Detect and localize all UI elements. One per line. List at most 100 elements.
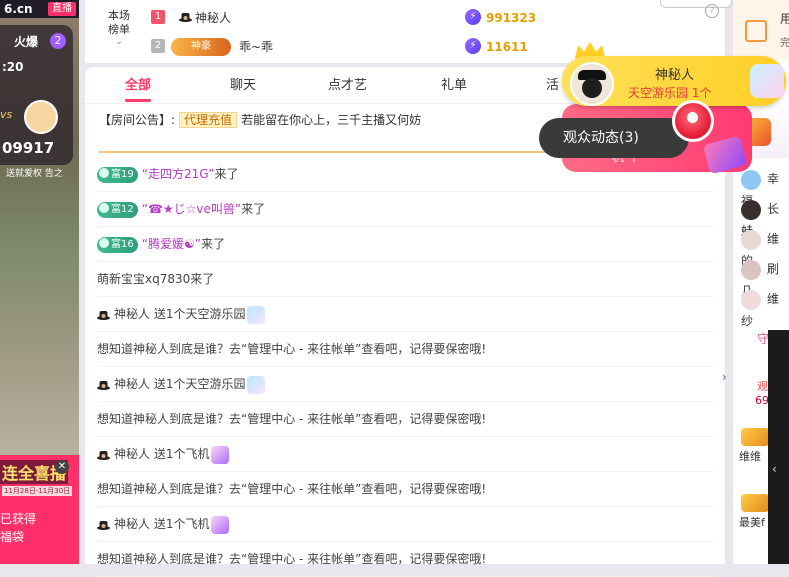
- chevron-right-icon[interactable]: ›: [722, 370, 727, 384]
- mascot-eye: [687, 112, 698, 123]
- online-user[interactable]: 维的: [741, 228, 789, 268]
- rank-badge: 1: [151, 10, 165, 24]
- opponent-avatar[interactable]: [24, 100, 58, 134]
- leaderboard-score: 991323: [486, 11, 537, 25]
- droplet-icon: [99, 237, 109, 248]
- avatar: [741, 199, 761, 220]
- user-name[interactable]: “腾爱媛☯”: [142, 237, 201, 251]
- airplane-gift-icon: [211, 445, 230, 464]
- audience-activity-label: 观众动态(3): [563, 130, 639, 146]
- gift-sender[interactable]: 神秘人: [114, 447, 150, 461]
- leaderboard-name: 乖~乖: [239, 40, 274, 54]
- sign-in-card[interactable]: [733, 0, 789, 60]
- droplet-icon: [99, 167, 109, 178]
- sign-in-title: 用: [780, 12, 789, 26]
- chat-message: 富12 “☎★じ☆ve叫兽”来了: [97, 192, 713, 227]
- notice-prefix: 【房间公告】:: [99, 113, 176, 127]
- leaderboard-row[interactable]: 2 神豪 乖~乖 ⚡ 11611: [151, 36, 711, 58]
- airplane-gift-icon: [211, 515, 230, 534]
- audience-activity-button[interactable]: 观众动态(3): [539, 118, 689, 158]
- chat-message: 富16 “腾爱媛☯”来了: [97, 227, 713, 262]
- promo-line-1: 已获得: [0, 512, 37, 526]
- gift-sender[interactable]: 神秘人: [114, 517, 150, 531]
- message-suffix: 来了: [200, 237, 225, 251]
- room-notice: 【房间公告】: 代理充值 若能留在你心上，三千主播又何妨: [99, 111, 421, 129]
- side-dark-panel: ‹: [768, 330, 789, 564]
- chevron-left-icon[interactable]: ‹: [772, 462, 777, 476]
- sky-park-gift-icon: [750, 64, 784, 98]
- site-header: 6.cn 直播: [0, 0, 79, 18]
- bolt-icon: ⚡: [465, 38, 481, 54]
- leaderboard-title-line2: 榜单: [108, 23, 130, 36]
- message-text: 想知道神秘人到底是谁？去“管理中心 - 来往帐单”查看吧，记得要保密哦!: [97, 412, 487, 426]
- leaderboard-name: 神秘人: [195, 11, 232, 25]
- chat-message: 想知道神秘人到底是谁？去“管理中心 - 来往帐单”查看吧，记得要保密哦!: [97, 472, 713, 507]
- gift-text: 送1个飞机: [153, 447, 210, 461]
- tab-all[interactable]: 全部: [125, 67, 151, 103]
- message-suffix: 来了: [214, 167, 239, 181]
- tab-chat[interactable]: 聊天: [230, 67, 256, 103]
- tab-activity[interactable]: 活: [546, 67, 559, 103]
- pk-sub-text: 送就爱权 告之: [6, 169, 63, 179]
- chat-message: 萌新宝宝xq7830来了: [97, 262, 713, 297]
- tab-gift-list[interactable]: 礼单: [441, 67, 467, 103]
- sign-in-sub: 完: [780, 38, 789, 49]
- gift-sender[interactable]: 神秘人: [114, 307, 150, 321]
- live-badge: 直播: [48, 2, 76, 16]
- viewer-name: 最美f: [739, 516, 765, 529]
- promo-date: 11月28日-11月30日: [2, 486, 73, 496]
- mystery-hat-icon: [97, 310, 110, 320]
- gift-sender[interactable]: 神秘人: [114, 377, 150, 391]
- chat-message: 想知道神秘人到底是谁？去“管理中心 - 来往帐单”查看吧，记得要保密哦!: [97, 332, 713, 367]
- sky-park-gift-icon: [247, 305, 266, 324]
- gift-message: 神秘人 送1个飞机: [97, 437, 713, 472]
- wealth-level-badge: 富16: [97, 236, 138, 253]
- calendar-icon: [745, 20, 767, 42]
- user-name[interactable]: “☎★じ☆ve叫兽”: [142, 202, 241, 216]
- avatar: [741, 259, 761, 280]
- online-user[interactable]: 幸福: [741, 168, 789, 208]
- mystery-avatar: [570, 62, 614, 106]
- promo-close-icon[interactable]: ✕: [55, 460, 69, 474]
- fire-level-badge: 2: [50, 33, 66, 49]
- online-user[interactable]: 长蛙: [741, 198, 789, 238]
- avatar: [741, 229, 761, 250]
- announcement-gift: 天空游乐园 1个: [628, 86, 712, 100]
- wealth-level: 富19: [111, 168, 134, 180]
- gift-text: 送1个天空游乐园: [153, 307, 246, 321]
- mascot-icon[interactable]: [672, 100, 714, 142]
- chat-message: 想知道神秘人到底是谁？去“管理中心 - 来往帐单”查看吧，记得要保密哦!: [97, 542, 713, 577]
- message-list: 富19 “走四方21G”来了 富12 “☎★じ☆ve叫兽”来了 富16 “腾爱媛☯”来…: [97, 157, 713, 577]
- mystery-hat-icon: [97, 380, 110, 390]
- sky-park-gift-icon: [247, 375, 266, 394]
- announcement-sender: 神秘人: [655, 68, 695, 83]
- help-icon[interactable]: ?: [705, 4, 719, 18]
- leaderboard-title[interactable]: 本场 榜单 ⌄: [103, 9, 135, 47]
- pk-timer: :20: [2, 60, 24, 74]
- notice-text: 若能留在你心上，三千主播又何妨: [241, 113, 422, 127]
- tab-talent[interactable]: 点才艺: [328, 67, 367, 103]
- online-user[interactable]: 刷几: [741, 258, 789, 298]
- promo-line-2: 福袋: [0, 530, 25, 544]
- fire-label: 火爆: [14, 35, 39, 49]
- pk-score: 09917: [2, 139, 55, 157]
- wealth-level-badge: 富12: [97, 201, 138, 218]
- rank-badge: 2: [151, 39, 165, 53]
- leaderboard-row[interactable]: 1 神秘人 ⚡ 991323: [151, 7, 711, 29]
- crown-level-icon: [741, 494, 769, 512]
- avatar: [741, 289, 761, 310]
- mystery-hat-icon: [179, 13, 192, 22]
- chevron-down-icon[interactable]: ⌄: [103, 37, 135, 47]
- droplet-icon: [99, 202, 109, 213]
- message-text: 萌新宝宝xq7830来了: [97, 272, 215, 286]
- gift-message: 神秘人 送1个天空游乐园: [97, 367, 713, 402]
- wealth-level-badge: 富19: [97, 166, 138, 183]
- mystery-face-icon: [582, 78, 602, 98]
- message-text: 想知道神秘人到底是谁？去“管理中心 - 来往帐单”查看吧，记得要保密哦!: [97, 342, 487, 356]
- noble-badge: 神豪: [171, 38, 231, 56]
- notice-tag[interactable]: 代理充值: [179, 112, 238, 128]
- online-user[interactable]: 维纱: [741, 288, 789, 328]
- active-tab-indicator: [125, 99, 151, 102]
- user-name[interactable]: “走四方21G”: [142, 167, 215, 181]
- wealth-level: 富16: [111, 238, 134, 250]
